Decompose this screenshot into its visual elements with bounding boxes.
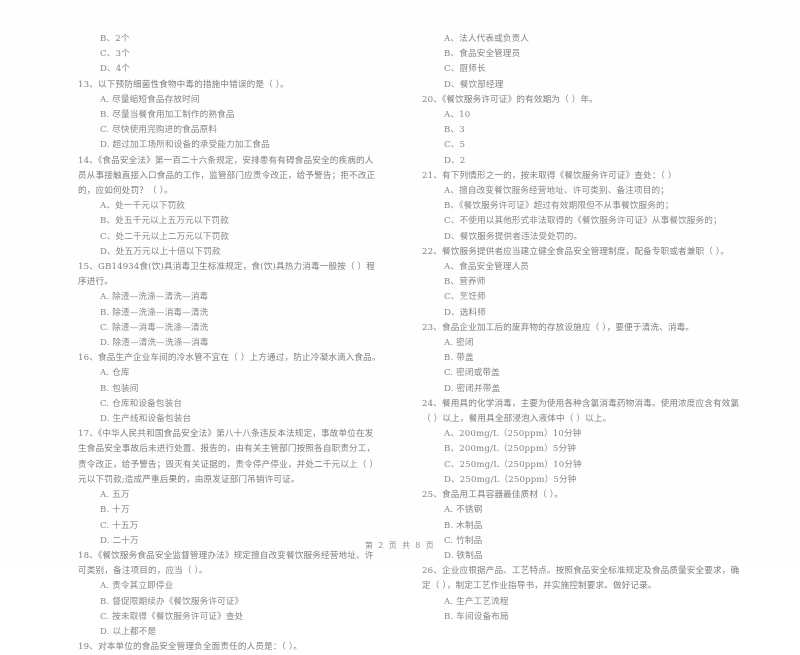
question-stem: 13、以下预防细菌性食物中毒的措施中错误的是（ ）。 xyxy=(78,79,289,90)
option-b: B、3 xyxy=(444,125,465,136)
option-c: C. 按未取得《餐饮服务许可证》查处 xyxy=(100,611,244,622)
question-16: 16、食品生产企业车间的冷水管不宜在（ ）上方通过，防止冷凝水滴入食品。 A. … xyxy=(78,351,382,427)
orphan-option: B、2个 xyxy=(100,34,130,44)
question-stem: 25、食品用工具容器最佳质材（ ）。 xyxy=(422,490,563,501)
two-column-body: B、2个 C、3个 D、4个 13、以下预防细菌性食物中毒的措施中错误的是（ ）… xyxy=(0,32,800,655)
question-17: 17、《中华人民共和国食品安全法》第八十八条违反本法规定，事故单位在发生食品安全… xyxy=(78,427,382,549)
option-a: A. 五万 xyxy=(100,490,130,501)
question-stem: 20、《餐饮服务许可证》的有效期为（ ）年。 xyxy=(422,94,598,105)
option-b: B. 带盖 xyxy=(444,353,474,364)
option-d: D. 除渣—清洗—洗涤—消毒 xyxy=(100,338,209,349)
option-b: B. 包装间 xyxy=(100,383,139,394)
option-c: C. 除渣—消毒—洗涤—清洗 xyxy=(100,322,209,333)
option-a: A. 除渣—洗涤—清洗—消毒 xyxy=(100,292,209,303)
option-b: B. 十万 xyxy=(100,505,130,516)
question-26: 26、企业应根据产品、工艺特点。按照食品安全标准规定及食品质量安全要求，确定（ … xyxy=(422,564,740,625)
question-24: 24、餐用具的化学消毒，主要为使用各种含氯消毒药物消毒。使用浓度应含有效氯（ ）… xyxy=(422,397,740,488)
option-c: C、处二千元以上二万元以下罚款 xyxy=(100,231,230,242)
question-25: 25、食品用工具容器最佳质材（ ）。 A. 不锈钢 B. 木制品 C. 竹制品 … xyxy=(422,488,740,564)
question-stem: 14、《食品安全法》第一百二十六条规定，安排患有有碍食品安全的疾病的人员从事接触… xyxy=(78,155,376,197)
option-c: C. 密闭或带盖 xyxy=(444,368,500,379)
option-c: C. 尽快使用完购进的食品原料 xyxy=(100,125,218,136)
option-b: B. 车间设备布局 xyxy=(444,611,509,622)
question-22: 22、餐饮服务提供者应当建立健全食品安全管理制度，配备专职或者兼职（ ）。 A、… xyxy=(422,245,740,321)
option-d: D. 超过加工场所和设备的承受能力加工食品 xyxy=(100,140,270,151)
option-a: A. 仓库 xyxy=(100,368,130,379)
orphan-option: D、餐饮部经理 xyxy=(444,79,504,90)
question-19: 19、对本单位的食品安全管理负全面责任的人员是：（ ）。 xyxy=(78,640,382,655)
option-b: B. 尽量当餐食用加工制作的熟食品 xyxy=(100,110,235,121)
question-18: 18、《餐饮服务食品安全监督管理办法》规定擅自改变餐饮服务经营地址、许可类别，备… xyxy=(78,549,382,640)
option-c: C、250mg/L（250ppm）10分钟 xyxy=(444,459,582,470)
option-d: D. 生产线和设备包装台 xyxy=(100,414,192,425)
scanned-page: B、2个 C、3个 D、4个 13、以下预防细菌性食物中毒的措施中错误的是（ ）… xyxy=(0,0,800,652)
question-23: 23、食品企业加工后的废弃物的存放设施应（ ），要便于清洗、消毒。 A. 密闭 … xyxy=(422,321,740,397)
option-c: C. 仓库和设备包装台 xyxy=(100,398,183,409)
right-column: A、法人代表或负责人 B、食品安全管理员 C、厨师长 D、餐饮部经理 20、《餐… xyxy=(400,32,800,655)
option-b: B、200mg/L（250ppm）5分钟 xyxy=(444,444,576,455)
question-stem: 16、食品生产企业车间的冷水管不宜在（ ）上方通过，防止冷凝水滴入食品。 xyxy=(78,353,381,364)
option-c: C、5 xyxy=(444,140,466,151)
option-b: B、处五千元以上五万元以下罚款 xyxy=(100,216,229,227)
option-a: A、处一千元以下罚款 xyxy=(100,201,186,212)
question-stem: 23、食品企业加工后的废弃物的存放设施应（ ），要便于清洗、消毒。 xyxy=(422,322,695,333)
option-b: B、营养师 xyxy=(444,277,486,288)
option-a: A. 尽量缩短食品存放时间 xyxy=(100,94,200,105)
option-b: B、《餐饮服务许可证》超过有效期限但不从事餐饮服务的； xyxy=(444,201,674,212)
orphan-option: C、厨师长 xyxy=(444,64,486,75)
option-a: A、200mg/L（250ppm）10分钟 xyxy=(444,429,582,440)
question-13: 13、以下预防细菌性食物中毒的措施中错误的是（ ）。 A. 尽量缩短食品存放时间… xyxy=(78,78,382,154)
option-a: A. 不锈钢 xyxy=(444,505,483,516)
question-stem: 21、有下列情形之一的，按未取得《餐饮服务许可证》查处：（ ） xyxy=(422,170,677,181)
orphan-option: A、法人代表或负责人 xyxy=(444,34,530,44)
option-b: B. 木制品 xyxy=(444,520,483,531)
option-a: A、10 xyxy=(444,110,471,121)
question-stem: 26、企业应根据产品、工艺特点。按照食品安全标准规定及食品质量安全要求，确定（ … xyxy=(422,566,740,592)
option-c: C、烹饪师 xyxy=(444,292,486,303)
question-21: 21、有下列情形之一的，按未取得《餐饮服务许可证》查处：（ ） A、擅自改变餐饮… xyxy=(422,169,740,245)
option-d: D. 以上都不是 xyxy=(100,626,157,637)
orphan-option: C、3个 xyxy=(100,49,130,60)
option-b: B. 督促限期续办《餐饮服务许可证》 xyxy=(100,596,244,607)
question-stem: 22、餐饮服务提供者应当建立健全食品安全管理制度，配备专职或者兼职（ ）。 xyxy=(422,246,730,257)
page-footer: 第 2 页 共 8 页 xyxy=(364,541,436,550)
option-a: A. 责令其立即停业 xyxy=(100,581,174,592)
question-14: 14、《食品安全法》第一百二十六条规定，安排患有有碍食品安全的疾病的人员从事接触… xyxy=(78,154,382,260)
orphan-option: B、食品安全管理员 xyxy=(444,49,521,60)
option-b: B. 除渣—洗涤—消毒—清洗 xyxy=(100,307,209,318)
question-stem: 15、GB14934食(饮)具消毒卫生标准规定，食(饮)具热力消毒一般按（ ）程… xyxy=(78,262,376,288)
question-stem: 17、《中华人民共和国食品安全法》第八十八条违反本法规定，事故单位在发生食品安全… xyxy=(78,429,379,485)
option-d: D、餐饮服务提供者违法受处罚的。 xyxy=(444,231,583,242)
left-column: B、2个 C、3个 D、4个 13、以下预防细菌性食物中毒的措施中错误的是（ ）… xyxy=(0,32,400,655)
option-a: A. 密闭 xyxy=(444,338,474,349)
question-15: 15、GB14934食(饮)具消毒卫生标准规定，食(饮)具热力消毒一般按（ ）程… xyxy=(78,260,382,351)
option-d: D. 铁制品 xyxy=(444,550,483,561)
option-d: D、处五万元以上十倍以下罚款 xyxy=(100,246,221,257)
question-stem: 18、《餐饮服务食品安全监督管理办法》规定擅自改变餐饮服务经营地址、许可类别，备… xyxy=(78,550,374,577)
option-d: D. 密闭并带盖 xyxy=(444,383,501,394)
option-a: A、擅自改变餐饮服务经营地址、许可类别、备注项目的； xyxy=(444,186,669,197)
option-c: C、不使用以其他形式非法取得的《餐饮服务许可证》从事餐饮服务的； xyxy=(444,216,722,227)
question-20: 20、《餐饮服务许可证》的有效期为（ ）年。 A、10 B、3 C、5 D、2 xyxy=(422,93,740,169)
option-d: D、选料师 xyxy=(444,307,487,318)
question-stem: 19、对本单位的食品安全管理负全面责任的人员是：（ ）。 xyxy=(78,642,303,653)
option-d: D、2 xyxy=(444,155,466,166)
option-c: C. 十五万 xyxy=(100,520,139,531)
question-stem: 24、餐用具的化学消毒，主要为使用各种含氯消毒药物消毒。使用浓度应含有效氯（ ）… xyxy=(422,398,740,425)
option-d: D、250mg/L（250ppm）5分钟 xyxy=(444,474,577,485)
option-a: A. 生产工艺流程 xyxy=(444,596,509,607)
orphan-option: D、4个 xyxy=(100,64,131,75)
option-a: A、食品安全管理人员 xyxy=(444,262,530,273)
